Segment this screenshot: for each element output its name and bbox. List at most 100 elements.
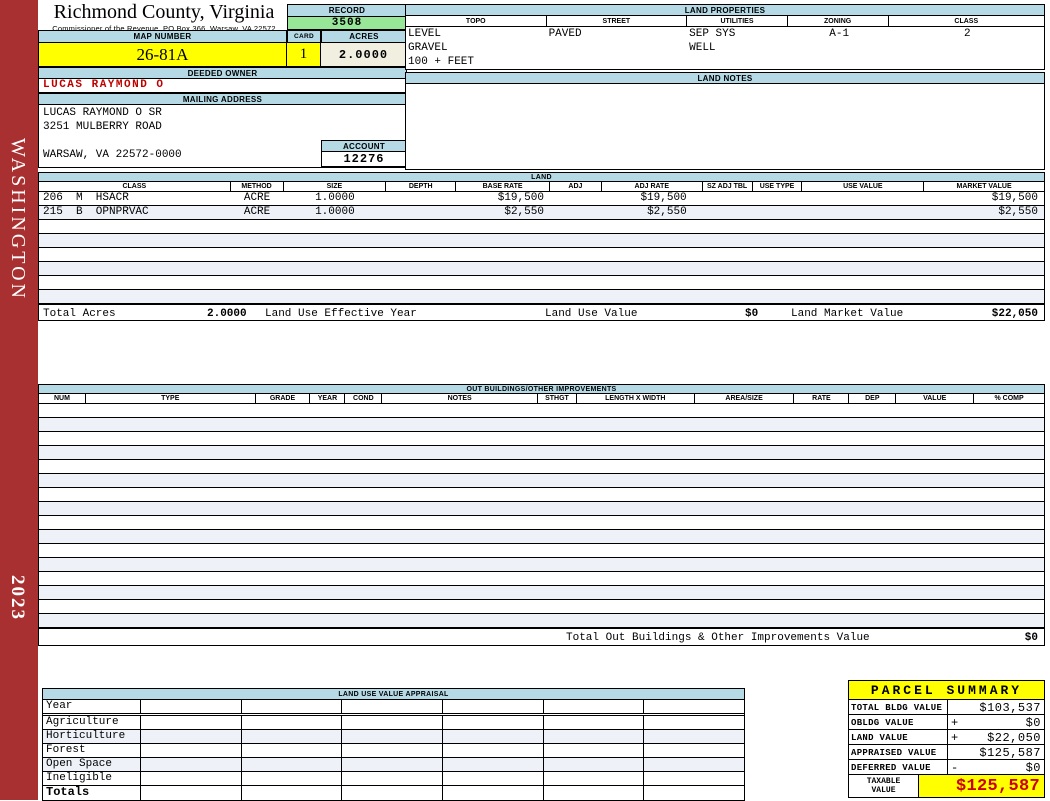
out-building-empty-row bbox=[39, 432, 1044, 446]
appraisal-cell bbox=[443, 786, 544, 800]
out-building-empty-row bbox=[39, 530, 1044, 544]
appraisal-cell bbox=[443, 730, 544, 743]
out-building-empty-row bbox=[39, 600, 1044, 614]
land-cell bbox=[703, 276, 753, 289]
appraisal-cell bbox=[242, 758, 343, 771]
land-properties-header: LAND PROPERTIES bbox=[405, 4, 1045, 16]
land-cell bbox=[802, 262, 924, 275]
land-totals-row: Total Acres 2.0000 Land Use Effective Ye… bbox=[38, 304, 1045, 321]
land-cell bbox=[753, 290, 803, 303]
land-properties-value: SEP SYS bbox=[689, 28, 736, 40]
appraisal-cell bbox=[342, 772, 444, 785]
appraisal-cell bbox=[443, 716, 544, 729]
land-cell bbox=[703, 234, 753, 247]
land-column-header: USE VALUE bbox=[802, 182, 925, 191]
land-cell bbox=[924, 248, 1044, 261]
appraisal-row: Horticulture bbox=[43, 730, 744, 744]
land-cell bbox=[39, 220, 231, 233]
land-properties-column-header: UTILITIES bbox=[687, 16, 788, 26]
land-cell bbox=[231, 248, 284, 261]
appraisal-cell bbox=[443, 758, 544, 771]
land-cell bbox=[550, 234, 602, 247]
land-cell bbox=[231, 262, 284, 275]
appraisal-cell bbox=[342, 758, 444, 771]
land-column-headers: CLASS METHOD SIZE DEPTH BASE RATE ADJ ADJ RATE… bbox=[38, 182, 1045, 192]
appraisal-cell bbox=[644, 744, 744, 757]
appraisal-cell bbox=[544, 730, 645, 743]
out-building-empty-row bbox=[39, 544, 1044, 558]
land-row: 206 M HSACR ACRE 1.0000 $19,500 $19,500 $19,5… bbox=[39, 192, 1044, 206]
land-properties-value bbox=[788, 41, 889, 55]
out-buildings-column-header: RATE bbox=[794, 394, 850, 403]
appraisal-cell bbox=[141, 730, 242, 743]
land-cell: $2,550 bbox=[998, 206, 1038, 218]
land-cell bbox=[231, 220, 284, 233]
out-building-empty-row bbox=[39, 572, 1044, 586]
appraisal-cell bbox=[141, 700, 242, 713]
land-cell: $2,550 bbox=[647, 206, 687, 218]
land-cell bbox=[284, 290, 387, 303]
appraisal-row: Open Space bbox=[43, 758, 744, 772]
land-use-value-label: Land Use Value bbox=[545, 308, 638, 320]
land-properties-column-header: CLASS bbox=[888, 16, 1044, 26]
appraisal-cell bbox=[544, 772, 645, 785]
out-buildings-total-value: $0 bbox=[1024, 632, 1038, 644]
card-header: CARD bbox=[287, 30, 321, 43]
appraisal-cell bbox=[141, 758, 242, 771]
land-properties-value bbox=[547, 55, 688, 69]
land-use-appraisal-table: Year Agriculture Horticulture Forest Open Sp… bbox=[42, 700, 745, 801]
parcel-summary-value: $103,537 bbox=[979, 701, 1041, 715]
account-header: ACCOUNT bbox=[321, 140, 407, 152]
land-cell: 1.0000 bbox=[315, 206, 355, 218]
appraisal-row-label: Open Space bbox=[43, 758, 141, 771]
parcel-summary-sign: + bbox=[951, 716, 959, 730]
land-cell bbox=[39, 248, 231, 261]
appraisal-row: Ineligible bbox=[43, 772, 744, 786]
land-cell bbox=[284, 220, 387, 233]
land-cell bbox=[703, 262, 753, 275]
appraisal-cell bbox=[141, 772, 242, 785]
land-cell bbox=[924, 220, 1044, 233]
acres-header: ACRES bbox=[321, 30, 407, 43]
land-cell bbox=[550, 290, 602, 303]
appraisal-row-label: Totals bbox=[43, 786, 141, 800]
out-building-empty-row bbox=[39, 446, 1044, 460]
address-line: LUCAS RAYMOND O SR bbox=[43, 107, 162, 119]
land-cell bbox=[386, 234, 456, 247]
appraisal-cell bbox=[443, 772, 544, 785]
land-section-header: LAND bbox=[38, 172, 1045, 182]
parcel-summary-sign: - bbox=[951, 761, 959, 775]
property-record-card: { "colors": { "sidebar_red": "#A93030", … bbox=[0, 0, 1050, 801]
land-use-appraisal-header: LAND USE VALUE APPRAISAL bbox=[42, 688, 745, 700]
year-binder-sidebar: WASHINGTON 2023 bbox=[0, 0, 38, 800]
land-empty-row bbox=[39, 276, 1044, 290]
land-cell bbox=[802, 276, 924, 289]
taxable-label-line: VALUE bbox=[871, 786, 896, 795]
parcel-summary-value: $0 bbox=[1025, 761, 1041, 775]
land-cell: ACRE bbox=[243, 206, 271, 218]
out-buildings-column-header: TYPE bbox=[85, 394, 256, 403]
appraisal-cell bbox=[342, 786, 444, 800]
land-cell bbox=[802, 290, 924, 303]
parcel-summary-row: LAND VALUE + $22,050 bbox=[849, 730, 1044, 745]
land-cell bbox=[802, 206, 924, 219]
land-empty-row bbox=[39, 234, 1044, 248]
parcel-summary-value-cell: + $22,050 bbox=[948, 730, 1044, 745]
parcel-summary-rows: TOTAL BLDG VALUE $103,537 OBLDG VALUE + $0 LA… bbox=[848, 700, 1045, 776]
out-buildings-column-header: AREA/SIZE bbox=[694, 394, 795, 403]
appraisal-cell bbox=[141, 744, 242, 757]
land-properties-value bbox=[889, 41, 1045, 55]
land-row: 215 B OPNPRVAC ACRE 1.0000 $2,550 $2,550 $2,5… bbox=[39, 206, 1044, 220]
out-buildings-column-header: COND bbox=[345, 394, 383, 403]
out-buildings-column-header: VALUE bbox=[896, 394, 975, 403]
land-notes-box bbox=[405, 84, 1045, 170]
land-cell bbox=[456, 290, 550, 303]
land-rows: 206 M HSACR ACRE 1.0000 $19,500 $19,500 $19,5… bbox=[38, 192, 1045, 304]
appraisal-cell bbox=[544, 700, 645, 713]
land-cell bbox=[703, 206, 753, 219]
card-value: 1 bbox=[287, 43, 321, 67]
out-buildings-column-header: GRADE bbox=[255, 394, 311, 403]
land-properties-values: LEVEL PAVED SEP SYS A-1 2 GRAVEL WELL 100 + FEE… bbox=[405, 27, 1045, 70]
land-cell bbox=[602, 262, 703, 275]
out-buildings-total-label: Total Out Buildings & Other Improvements… bbox=[566, 632, 870, 644]
